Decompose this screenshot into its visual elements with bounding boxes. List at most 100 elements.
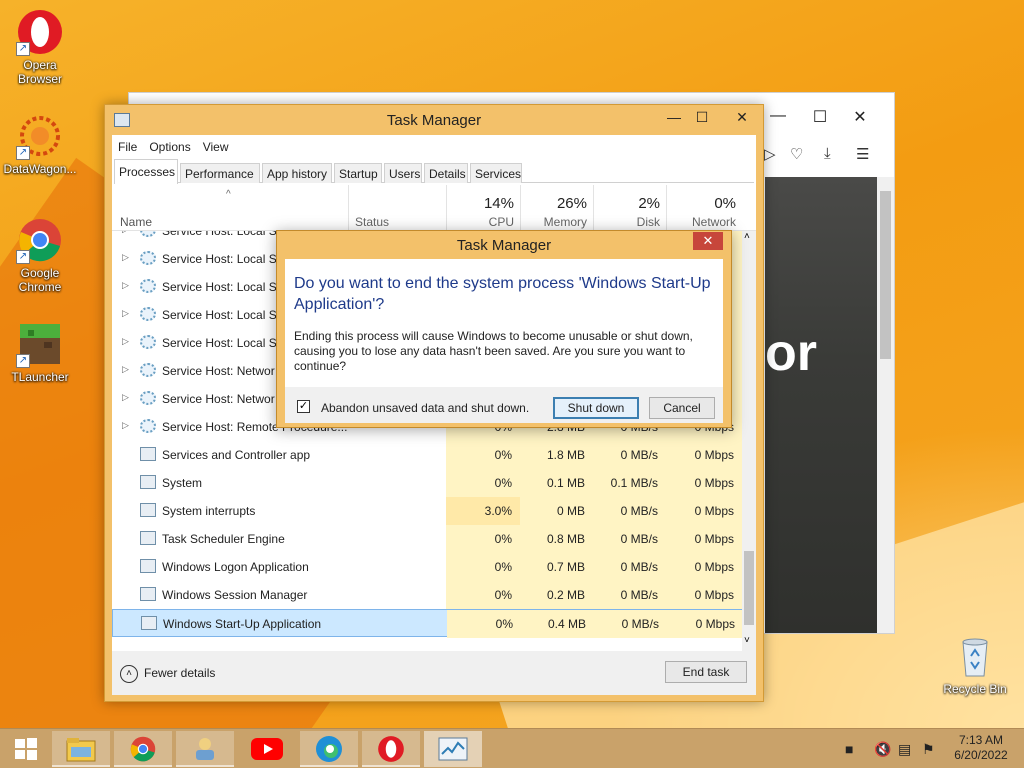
tab-startup[interactable]: Startup [334, 163, 382, 183]
column-memory[interactable]: 26% Memory [520, 185, 593, 231]
network-total: 0% [714, 195, 736, 212]
minimize-button[interactable]: — [768, 107, 788, 125]
expand-arrow-icon[interactable]: ▷ [122, 280, 129, 291]
process-mem-value: 0.2 MB [520, 581, 593, 609]
table-row[interactable]: System interrupts 3.0% 0 MB 0 MB/s 0 Mbps [112, 497, 742, 525]
volume-muted-icon[interactable]: 🔇 [874, 729, 891, 768]
checkbox-label[interactable]: Abandon unsaved data and shut down. [321, 401, 529, 415]
cpu-label: CPU [488, 215, 514, 229]
maximize-button[interactable]: ☐ [689, 109, 715, 129]
tab-users[interactable]: Users [384, 163, 422, 183]
close-button[interactable]: ✕ [850, 107, 870, 126]
menu-view[interactable]: View [197, 137, 235, 157]
shortcut-arrow-icon: ↗ [16, 354, 30, 368]
taskbar-youtube[interactable] [238, 731, 296, 767]
desktop-icon-tlauncher[interactable]: ↗ TLauncher [0, 320, 80, 384]
send-icon[interactable]: ▷ [764, 145, 776, 163]
shut-down-button[interactable]: Shut down [553, 397, 639, 419]
process-mem-value: 0.7 MB [520, 553, 593, 581]
process-name: Service Host: Local Se [162, 252, 284, 266]
action-center-icon[interactable]: ■ [845, 729, 853, 768]
end-task-button[interactable]: End task [665, 661, 747, 683]
process-name: Service Host: Local Sy [162, 308, 283, 322]
dialog-close-button[interactable]: ✕ [693, 232, 723, 250]
taskbar-chrome[interactable] [114, 731, 172, 767]
taskbar-people[interactable] [176, 731, 234, 767]
scroll-down-arrow-icon[interactable]: ˅ [744, 635, 750, 646]
expand-arrow-icon[interactable]: ▷ [122, 364, 129, 375]
title-bar[interactable]: Task Manager — ☐ ✕ [105, 105, 763, 135]
service-gear-icon [140, 279, 156, 293]
expand-arrow-icon[interactable]: ▷ [122, 252, 129, 263]
column-cpu[interactable]: 14% CPU [446, 185, 520, 231]
app-window-icon [140, 503, 156, 517]
desktop-icon-opera[interactable]: ↗ Opera Browser [0, 8, 80, 86]
process-net-value: 0 Mbps [666, 553, 742, 581]
tab-services[interactable]: Services [470, 163, 522, 183]
end-process-dialog[interactable]: Task Manager ✕ Do you want to end the sy… [276, 230, 732, 428]
tab-app-history[interactable]: App history [262, 163, 332, 183]
process-name: Service Host: Local Se [162, 231, 284, 238]
column-network[interactable]: 0% Network [666, 185, 742, 231]
table-row[interactable]: Windows Start-Up Application 0% 0.4 MB 0 MB… [112, 609, 742, 638]
minimize-button[interactable]: — [661, 109, 687, 129]
taskbar-file-explorer[interactable] [52, 731, 110, 767]
clock[interactable]: 7:13 AM 6/20/2022 [950, 733, 1012, 763]
service-gear-icon [140, 363, 156, 377]
browser-scroll-thumb[interactable] [880, 191, 891, 359]
process-name: Windows Start-Up Application [163, 617, 322, 631]
tab-performance[interactable]: Performance [180, 163, 260, 183]
table-row[interactable]: Services and Controller app 0% 1.8 MB 0 MB/… [112, 441, 742, 469]
scroll-up-arrow-icon[interactable]: ˄ [744, 231, 750, 242]
desktop-icon-datawagon[interactable]: ↗ DataWagon... [0, 112, 80, 176]
tab-processes[interactable]: Processes [114, 159, 178, 184]
taskbar-task-manager[interactable] [424, 731, 482, 767]
browser-scrollbar[interactable] [877, 177, 894, 633]
memory-label: Memory [543, 215, 587, 229]
abandon-data-checkbox[interactable]: ✓ [297, 400, 310, 413]
clock-time: 7:13 AM [958, 733, 1004, 747]
column-disk[interactable]: 2% Disk [593, 185, 666, 231]
tab-details[interactable]: Details [424, 163, 468, 183]
download-icon[interactable]: ⤓ [824, 145, 831, 162]
fewer-details-button[interactable]: ˄ Fewer details [120, 665, 215, 683]
table-row[interactable]: Windows Session Manager 0% 0.2 MB 0 MB/s 0 M… [112, 581, 742, 609]
flag-icon[interactable]: ⚑ [922, 729, 935, 768]
disk-label: Disk [636, 215, 660, 229]
process-name: System interrupts [162, 504, 256, 518]
process-disk-value: 0 MB/s [593, 441, 666, 469]
process-cpu-value: 0% [446, 581, 520, 609]
expand-arrow-icon[interactable]: ▷ [122, 420, 129, 431]
cpu-total: 14% [483, 195, 514, 212]
heart-icon[interactable]: ♡ [790, 145, 803, 163]
service-gear-icon [140, 251, 156, 265]
process-mem-value: 1.8 MB [520, 441, 593, 469]
table-row[interactable]: Windows Logon Application 0% 0.7 MB 0 MB/s 0… [112, 553, 742, 581]
expand-arrow-icon[interactable]: ▷ [122, 336, 129, 347]
taskbar-edge[interactable] [300, 731, 358, 767]
maximize-button[interactable]: ☐ [810, 107, 830, 126]
cancel-button[interactable]: Cancel [649, 397, 715, 419]
column-status-label: Status [355, 215, 390, 229]
taskbar-opera[interactable] [362, 731, 420, 767]
desktop-icon-chrome[interactable]: ↗ Google Chrome [0, 216, 80, 294]
close-button[interactable]: ✕ [729, 109, 755, 129]
process-list-scroll-thumb[interactable] [744, 551, 754, 625]
column-status[interactable]: Status [348, 185, 446, 231]
table-row[interactable]: Task Scheduler Engine 0% 0.8 MB 0 MB/s 0 Mbp… [112, 525, 742, 553]
expand-arrow-icon[interactable]: ▷ [122, 231, 129, 235]
expand-arrow-icon[interactable]: ▷ [122, 308, 129, 319]
fewer-details-label: Fewer details [144, 666, 216, 681]
menu-options[interactable]: Options [143, 137, 196, 157]
expand-arrow-icon[interactable]: ▷ [122, 392, 129, 403]
desktop-icon-recycle-bin[interactable]: Recycle Bin [935, 632, 1015, 696]
column-name[interactable]: Name [120, 215, 152, 229]
network-icon[interactable]: ▤ [898, 729, 911, 768]
process-net-value: 0 Mbps [667, 610, 742, 638]
settings-icon[interactable]: ☰ [856, 145, 869, 163]
start-button[interactable] [0, 731, 52, 767]
process-name: Windows Logon Application [162, 560, 309, 574]
menu-file[interactable]: File [112, 137, 143, 157]
process-list-scrollbar[interactable]: ˄ ˅ [742, 231, 756, 651]
table-row[interactable]: System 0% 0.1 MB 0.1 MB/s 0 Mbps [112, 469, 742, 497]
